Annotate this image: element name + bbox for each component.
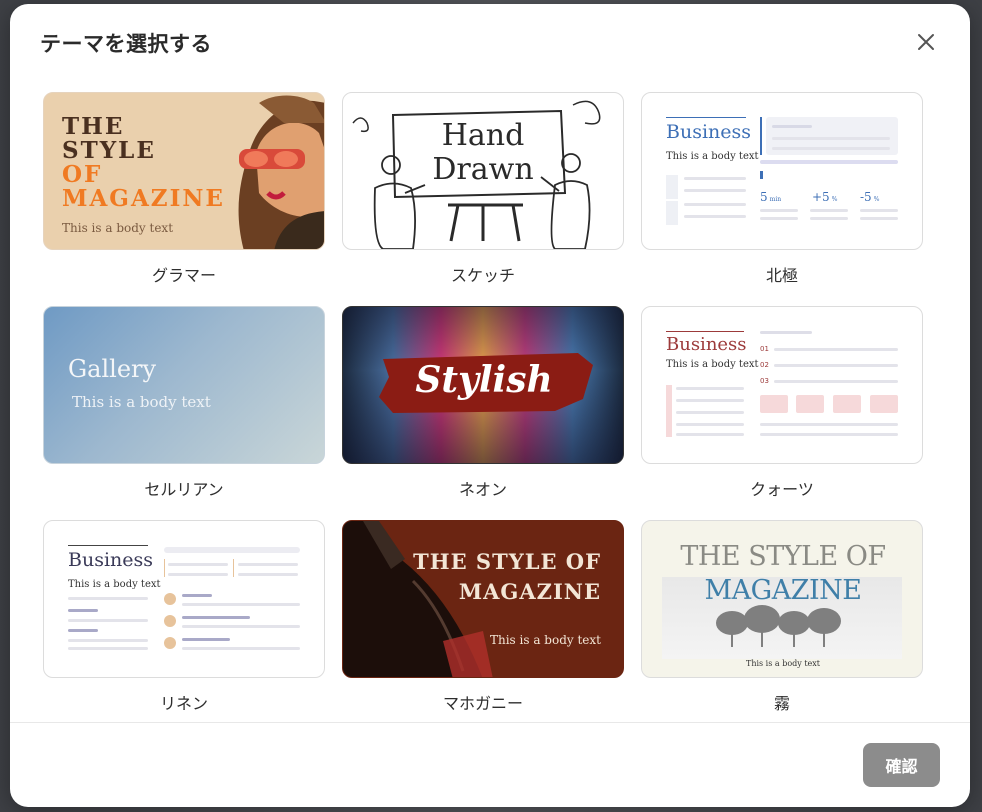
theme-card-glamour[interactable]: THE STYLE OF MAGAZINE This is a body tex… bbox=[43, 92, 325, 285]
theme-card-linen[interactable]: Business This is a body text リネン bbox=[43, 520, 325, 713]
theme-thumbnail: Business This is a body text 01 02 03 bbox=[641, 306, 923, 464]
theme-thumbnail: Business This is a body text bbox=[43, 520, 325, 678]
fog-title-line: THE STYLE OF bbox=[680, 541, 886, 572]
dialog-title: テーマを選択する bbox=[40, 32, 212, 56]
theme-label: 北極 bbox=[765, 266, 798, 285]
quartz-thumb-title: Business bbox=[666, 334, 747, 355]
neon-thumb-title: Stylish bbox=[415, 359, 553, 401]
confirm-button[interactable]: 確認 bbox=[863, 743, 940, 787]
theme-thumbnail: Gallery This is a body text bbox=[43, 306, 325, 464]
quartz-list-number: 03 bbox=[760, 377, 769, 385]
mahogany-title-line: MAGAZINE bbox=[458, 579, 601, 604]
theme-label: 霧 bbox=[773, 694, 790, 713]
glamour-body-text: This is a body text bbox=[62, 221, 174, 235]
glamour-title-line: OF bbox=[62, 161, 103, 188]
mahogany-title-line: THE STYLE OF bbox=[413, 549, 601, 574]
arctic-stat-unit: min bbox=[769, 196, 782, 203]
theme-card-sketch[interactable]: Hand Drawn スケッチ bbox=[342, 92, 624, 285]
theme-thumbnail: Hand Drawn bbox=[342, 92, 624, 250]
sketch-title-line: Drawn bbox=[432, 152, 534, 187]
fog-title-line: MAGAZINE bbox=[704, 575, 862, 606]
theme-card-cerulean[interactable]: Gallery This is a body text セルリアン bbox=[43, 306, 325, 499]
theme-thumbnail: THE STYLE OF MAGAZINE This is a body tex… bbox=[342, 520, 624, 678]
arctic-stat-unit: % bbox=[873, 196, 880, 203]
arctic-stat-value: 5 bbox=[760, 190, 768, 204]
fog-body-text: This is a body text bbox=[745, 659, 820, 668]
theme-thumbnail: THE STYLE OF MAGAZINE This is a body tex… bbox=[641, 520, 923, 678]
linen-thumb-title: Business bbox=[68, 549, 154, 571]
theme-card-quartz[interactable]: Business This is a body text 01 02 03 クォ… bbox=[641, 306, 923, 499]
theme-card-fog[interactable]: THE STYLE OF MAGAZINE This is a body tex… bbox=[641, 520, 923, 713]
close-button[interactable] bbox=[915, 31, 937, 53]
theme-label: ネオン bbox=[458, 480, 507, 499]
arctic-stat-value: +5 bbox=[812, 190, 830, 204]
theme-label: グラマー bbox=[151, 266, 216, 285]
theme-thumbnail: THE STYLE OF MAGAZINE This is a body tex… bbox=[43, 92, 325, 250]
theme-card-mahogany[interactable]: THE STYLE OF MAGAZINE This is a body tex… bbox=[342, 520, 624, 713]
quartz-list-number: 02 bbox=[760, 361, 769, 369]
theme-label: リネン bbox=[159, 694, 208, 713]
arctic-thumb-title: Business bbox=[666, 121, 752, 143]
cerulean-thumb-title: Gallery bbox=[68, 355, 157, 383]
theme-label: セルリアン bbox=[144, 480, 224, 499]
linen-body-text: This is a body text bbox=[68, 579, 161, 590]
glamour-title-line: STYLE bbox=[62, 137, 156, 164]
dialog-header: テーマを選択する bbox=[10, 4, 970, 84]
glamour-title-line: MAGAZINE bbox=[62, 185, 225, 212]
arctic-stat-unit: % bbox=[831, 196, 838, 203]
quartz-list-number: 01 bbox=[760, 345, 769, 353]
footer-divider bbox=[10, 722, 970, 723]
mahogany-body-text: This is a body text bbox=[489, 633, 601, 647]
theme-label: スケッチ bbox=[450, 266, 515, 285]
theme-card-neon[interactable]: Stylish ネオン bbox=[342, 306, 624, 499]
theme-card-arctic[interactable]: Business This is a body text 5 min +5% -5… bbox=[641, 92, 923, 285]
theme-select-dialog: テーマを選択する THE STYLE OF MAGAZINE This is a… bbox=[10, 4, 970, 807]
sketch-title-line: Hand bbox=[441, 118, 525, 153]
arctic-stat-value: -5 bbox=[860, 190, 872, 204]
theme-label: マホガニー bbox=[442, 694, 523, 713]
theme-grid: THE STYLE OF MAGAZINE This is a body tex… bbox=[10, 84, 970, 724]
close-icon bbox=[918, 34, 934, 50]
theme-thumbnail: Stylish bbox=[342, 306, 624, 464]
glamour-title-line: THE bbox=[62, 113, 125, 140]
cerulean-body-text: This is a body text bbox=[72, 393, 211, 411]
theme-thumbnail: Business This is a body text 5 min +5% -5… bbox=[641, 92, 923, 250]
quartz-body-text: This is a body text bbox=[666, 359, 759, 370]
theme-label: クォーツ bbox=[750, 480, 814, 499]
arctic-body-text: This is a body text bbox=[666, 151, 759, 162]
